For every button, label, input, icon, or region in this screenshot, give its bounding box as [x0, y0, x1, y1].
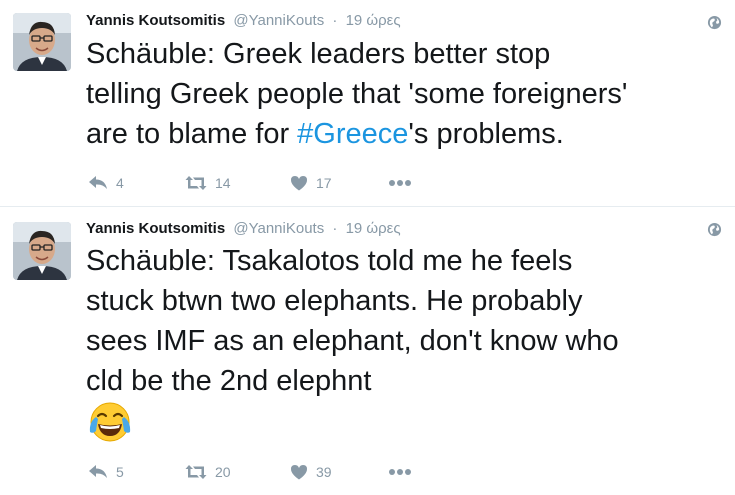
hashtag-link[interactable]: #Greece: [297, 118, 408, 150]
tweet-text-line: Schäuble: Greek leaders better stop: [86, 38, 551, 70]
more-button[interactable]: [388, 172, 412, 194]
heart-icon: [291, 465, 307, 480]
author-name[interactable]: Yannis Koutsomitis: [86, 220, 225, 237]
retweet-count: 20: [215, 464, 231, 480]
tweet-text-line: telling Greek people that 'some foreigne…: [86, 78, 628, 110]
reply-icon: [89, 176, 107, 189]
author-username[interactable]: @YanniKouts: [233, 12, 324, 29]
like-count: 39: [316, 464, 332, 480]
retweet-count: 14: [215, 175, 231, 191]
reply-icon: [89, 465, 107, 478]
reply-button[interactable]: 5: [88, 461, 124, 483]
tweet-text-line: sees IMF as an elephant, don't know who: [86, 325, 619, 357]
text-segment: are to blame for: [86, 118, 298, 150]
tweet-text-line: Schäuble: Tsakalotos told me he feels: [86, 245, 573, 277]
reply-button[interactable]: 4: [88, 172, 124, 194]
like-count: 17: [316, 175, 332, 191]
tweet-text-line: cld be the 2nd elephnt: [86, 365, 372, 397]
globe-icon: [707, 222, 722, 237]
avatar[interactable]: [13, 13, 71, 71]
globe-icon: [707, 15, 722, 30]
tweet-text: Schäuble: Greek leaders better stop tell…: [86, 34, 726, 154]
like-button[interactable]: 39: [290, 461, 332, 483]
tweet-timestamp[interactable]: 19 ώρες: [346, 220, 401, 237]
author-name[interactable]: Yannis Koutsomitis: [86, 12, 225, 29]
separator-dot: ·: [332, 220, 338, 237]
text-segment: 's problems.: [408, 118, 564, 150]
author-username[interactable]: @YanniKouts: [233, 220, 324, 237]
like-button[interactable]: 17: [290, 172, 332, 194]
retweet-icon: [185, 465, 207, 479]
heart-icon: [291, 176, 307, 191]
tweet-header: Yannis Koutsomitis @YanniKouts · 19 ώρες: [86, 12, 401, 29]
more-dots-icon: [389, 469, 411, 475]
tweet[interactable]: Yannis Koutsomitis @YanniKouts · 19 ώρες…: [0, 0, 735, 206]
reply-count: 4: [116, 175, 124, 191]
tweet-header: Yannis Koutsomitis @YanniKouts · 19 ώρες: [86, 220, 401, 237]
tweet-text-line: stuck btwn two elephants. He probably: [86, 285, 583, 317]
tweet-text-line: are to blame for #Greece's problems.: [86, 114, 726, 154]
retweet-button[interactable]: 20: [185, 461, 231, 483]
tweet[interactable]: Yannis Koutsomitis @YanniKouts · 19 ώρες…: [0, 207, 735, 495]
more-button[interactable]: [388, 461, 412, 483]
reply-count: 5: [116, 464, 124, 480]
face-with-tears-of-joy-icon: [89, 402, 131, 442]
avatar[interactable]: [13, 222, 71, 280]
separator-dot: ·: [332, 12, 338, 29]
tweet-text: Schäuble: Tsakalotos told me he feels st…: [86, 241, 726, 401]
more-dots-icon: [389, 180, 411, 186]
retweet-button[interactable]: 14: [185, 172, 231, 194]
retweet-icon: [185, 176, 207, 190]
tweet-timestamp[interactable]: 19 ώρες: [346, 12, 401, 29]
